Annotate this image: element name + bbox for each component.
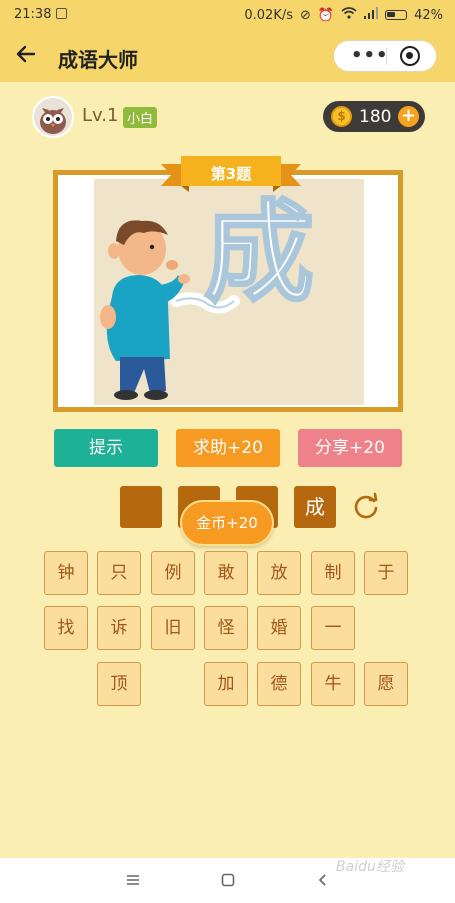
puzzle-picture-frame: 成 bbox=[53, 170, 403, 412]
miniprogram-capsule: ••• bbox=[333, 40, 437, 72]
page-title: 成语大师 bbox=[58, 48, 138, 72]
home-icon[interactable] bbox=[221, 872, 235, 891]
ask-help-button[interactable]: 求助+20 bbox=[176, 429, 280, 467]
char-key[interactable]: 愿 bbox=[364, 662, 408, 706]
char-key[interactable]: 制 bbox=[311, 551, 355, 595]
rank-badge: 小白 bbox=[123, 107, 158, 128]
char-key[interactable]: 诉 bbox=[97, 606, 141, 650]
char-key[interactable]: 于 bbox=[364, 551, 408, 595]
status-bar: 21:38 0.02K/s ⊘ ⏰ 42% bbox=[0, 0, 455, 30]
battery-percent: 42% bbox=[414, 7, 443, 23]
answer-slot-4[interactable]: 成 bbox=[294, 486, 336, 528]
alarm-off-icon: ⊘ bbox=[300, 7, 311, 23]
char-key[interactable]: 钟 bbox=[44, 551, 88, 595]
reset-icon[interactable] bbox=[352, 492, 380, 520]
coin-balance: $ 180 + bbox=[323, 101, 425, 132]
char-key[interactable]: 只 bbox=[97, 551, 141, 595]
char-key[interactable]: 找 bbox=[44, 606, 88, 650]
avatar[interactable] bbox=[32, 96, 74, 138]
question-ribbon: 第3题 bbox=[161, 154, 301, 192]
coin-icon: $ bbox=[331, 106, 352, 127]
puzzle-picture-mat: 成 bbox=[58, 175, 398, 407]
menu-icon[interactable] bbox=[126, 872, 140, 891]
wifi-icon bbox=[341, 7, 357, 23]
clock-icon: ⏰ bbox=[317, 7, 335, 23]
char-key[interactable]: 旧 bbox=[151, 606, 195, 650]
char-key[interactable]: 牛 bbox=[311, 662, 355, 706]
answer-slot-1[interactable] bbox=[120, 486, 162, 528]
sim-icon bbox=[56, 8, 67, 19]
add-coins-button[interactable]: + bbox=[398, 106, 419, 127]
puzzle-illustration: 成 bbox=[94, 179, 364, 405]
coin-reward-toast: 金币+20 bbox=[180, 500, 274, 546]
battery-icon bbox=[385, 10, 408, 20]
watermark: Baidu经验 bbox=[336, 859, 404, 875]
question-number: 第3题 bbox=[210, 165, 252, 183]
user-level: Lv.1 bbox=[82, 105, 119, 126]
capsule-divider bbox=[386, 48, 387, 65]
hint-button[interactable]: 提示 bbox=[54, 429, 158, 467]
char-key[interactable]: 例 bbox=[151, 551, 195, 595]
status-right: 0.02K/s ⊘ ⏰ 42% bbox=[244, 7, 443, 23]
char-key[interactable]: 加 bbox=[204, 662, 248, 706]
more-dots-icon[interactable]: ••• bbox=[351, 45, 389, 66]
network-speed: 0.02K/s bbox=[244, 7, 293, 23]
back-icon[interactable] bbox=[316, 872, 330, 891]
target-icon[interactable] bbox=[400, 46, 420, 66]
status-time: 21:38 bbox=[14, 7, 52, 22]
char-key[interactable]: 德 bbox=[257, 662, 301, 706]
char-key[interactable]: 一 bbox=[311, 606, 355, 650]
svg-text:成: 成 bbox=[204, 189, 314, 317]
char-key[interactable]: 怪 bbox=[204, 606, 248, 650]
share-button[interactable]: 分享+20 bbox=[298, 429, 402, 467]
char-key[interactable]: 婚 bbox=[257, 606, 301, 650]
coin-count: 180 bbox=[359, 107, 392, 127]
signal-icon bbox=[364, 7, 379, 23]
nav-bar: 成语大师 ••• bbox=[0, 30, 455, 82]
char-key[interactable]: 放 bbox=[257, 551, 301, 595]
back-arrow-icon[interactable] bbox=[14, 42, 42, 70]
char-key[interactable]: 顶 bbox=[97, 662, 141, 706]
char-key[interactable]: 敢 bbox=[204, 551, 248, 595]
